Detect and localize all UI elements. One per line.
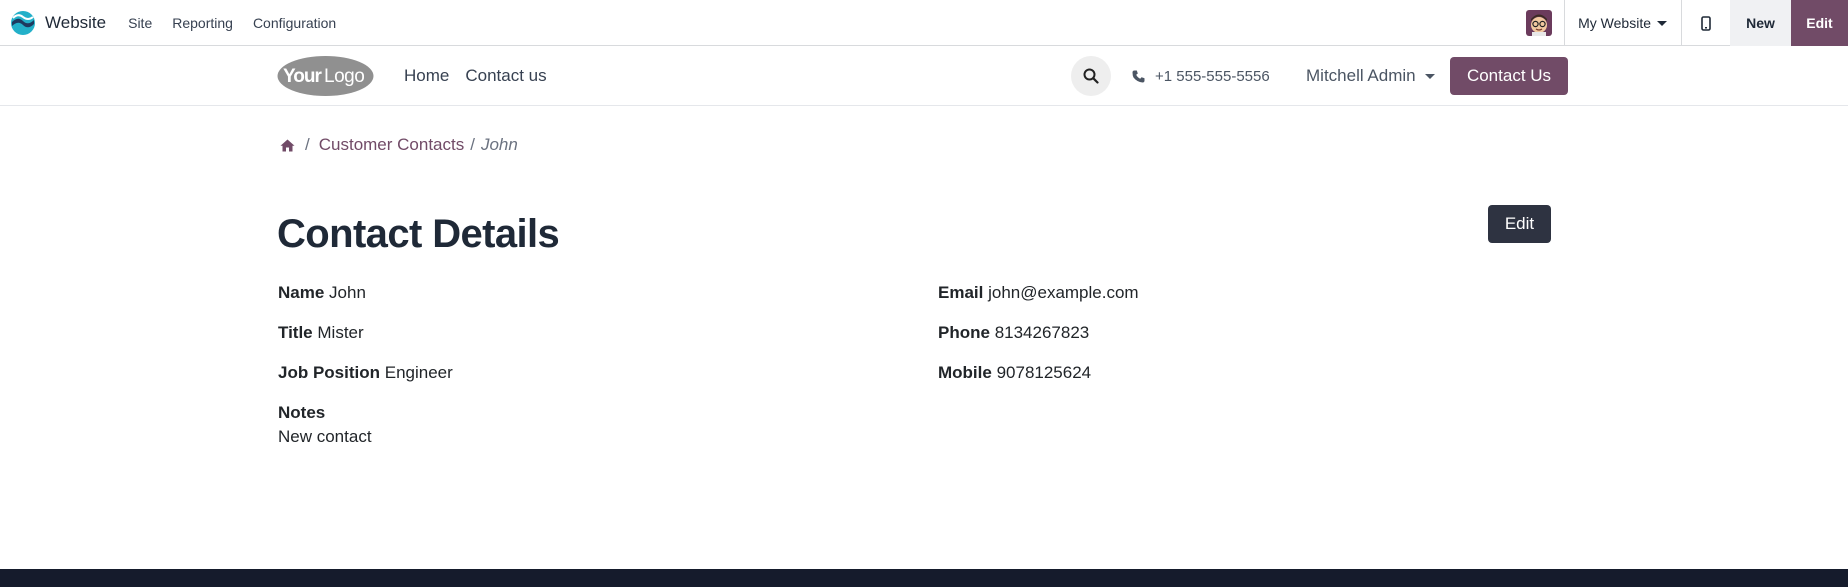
field-label: Name [278,283,325,302]
website-header: Your Logo Home Contact us +1 555-555-555… [0,46,1848,106]
admin-menu: Site Reporting Configuration [118,0,346,46]
phone-number: +1 555-555-5556 [1155,67,1270,85]
app-brand[interactable]: Website [10,0,106,46]
page-title: Contact Details [277,212,560,256]
field-label: Phone [938,323,990,342]
field-value: 9078125624 [996,363,1092,382]
field-title: Title Mister [278,322,364,344]
field-value: Mister [317,323,364,342]
nav-contact-us[interactable]: Contact us [457,66,554,86]
search-button[interactable] [1071,56,1111,96]
website-app-icon [11,10,35,35]
field-email: Email john@example.com [938,282,1139,304]
field-name: Name John [278,282,366,304]
field-label: Notes [278,403,326,422]
app-name: Website [45,12,107,32]
user-name: Mitchell Admin [1306,66,1416,85]
site-logo[interactable]: Your Logo [277,55,374,97]
website-switcher-label: My Website [1578,15,1651,31]
nav-home[interactable]: Home [396,66,457,86]
field-value: 8134267823 [994,323,1090,342]
field-value: New contact [278,427,372,446]
svg-text:Your: Your [283,66,322,87]
admin-right-controls: My Website New Edit [1513,0,1848,46]
field-value: Engineer [384,363,453,382]
home-icon [280,139,295,151]
user-dropdown[interactable]: Mitchell Admin [1306,46,1435,106]
breadcrumb-current: John [480,135,518,154]
breadcrumb-separator: / [305,135,310,154]
contact-us-button[interactable]: Contact Us [1450,57,1568,95]
admin-navbar: Website Site Reporting Configuration My … [0,0,1848,46]
breadcrumb-home[interactable] [280,139,295,152]
field-label: Mobile [938,363,992,382]
field-job-position: Job Position Engineer [278,362,453,384]
phone-link[interactable]: +1 555-555-5556 [1132,46,1270,106]
field-value: john@example.com [988,283,1139,302]
admin-menu-reporting[interactable]: Reporting [162,0,243,46]
breadcrumb-separator: / [470,135,475,154]
admin-menu-site[interactable]: Site [118,0,162,46]
avatar [1525,10,1552,36]
field-mobile: Mobile 9078125624 [938,362,1091,384]
chevron-down-icon [1657,20,1667,26]
svg-text:Logo: Logo [324,66,364,87]
edit-contact-button[interactable]: Edit [1488,205,1551,243]
field-phone: Phone 8134267823 [938,322,1089,344]
field-label: Email [938,283,984,302]
user-avatar-button[interactable] [1513,0,1564,46]
new-content-button[interactable]: New [1730,0,1791,46]
breadcrumb: / Customer Contacts / John [280,134,518,156]
website-switcher[interactable]: My Website [1565,0,1681,46]
chevron-down-icon [1424,73,1435,79]
mobile-preview-button[interactable] [1682,0,1730,46]
site-nav: Home Contact us [396,46,555,106]
field-notes: Notes New contact [278,401,372,449]
breadcrumb-customer-contacts[interactable]: Customer Contacts [319,135,465,155]
edit-page-button[interactable]: Edit [1791,0,1848,46]
field-value: John [329,283,366,302]
phone-icon [1132,70,1145,82]
admin-menu-configuration[interactable]: Configuration [243,0,346,46]
field-label: Title [278,323,313,342]
footer [0,569,1848,587]
search-icon [1083,68,1099,84]
field-label: Job Position [278,363,380,382]
mobile-icon [1701,15,1711,31]
